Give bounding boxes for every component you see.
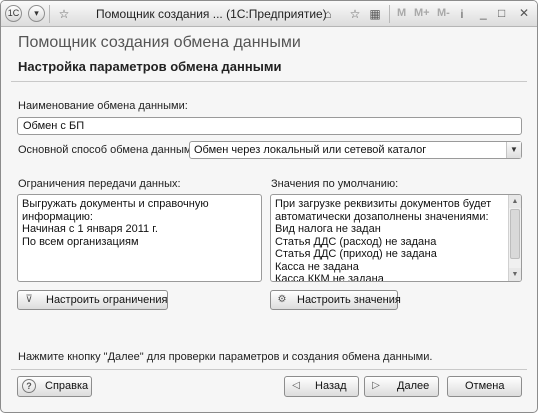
arrow-right-icon: ▷ [372, 380, 380, 391]
filter-icon: ⊽ [25, 294, 33, 305]
restrictions-text: Выгружать документы и справочную информа… [22, 198, 209, 248]
help-icon: ? [22, 379, 36, 393]
arrow-left-icon: ◁ [292, 380, 300, 391]
defaults-line: Вид налога не задан [275, 223, 381, 235]
window-title: Помощник создания ... (1С:Предприятие) [96, 7, 327, 21]
configure-restrictions-button[interactable]: ⊽ Настроить ограничения [17, 290, 168, 310]
cancel-label: Отмена [465, 380, 505, 392]
hint-text: Нажмите кнопку "Далее" для проверки пара… [18, 351, 433, 363]
defaults-scrollbar[interactable]: ▲ ▼ [508, 195, 521, 281]
page-title: Помощник создания обмена данными [18, 34, 301, 51]
exchange-method-select[interactable]: Обмен через локальный или сетевой катало… [189, 141, 522, 159]
divider [11, 81, 527, 82]
back-button[interactable]: ◁ Назад [284, 376, 359, 397]
maximize-icon[interactable]: □ [498, 7, 505, 19]
help-label: Справка [45, 380, 89, 392]
configure-restrictions-label: Настроить ограничения [46, 294, 168, 306]
divider [389, 5, 390, 23]
help-button[interactable]: ? Справка [17, 376, 92, 397]
cancel-button[interactable]: Отмена [447, 376, 522, 397]
scroll-up-icon[interactable]: ▲ [509, 195, 521, 208]
restrictions-label: Ограничения передачи данных: [18, 178, 181, 190]
defaults-line: Статья ДДС (расход) не задана [275, 235, 437, 248]
restrictions-line: информацию: [22, 210, 93, 223]
title-bar: 1С ▾ ☆ Помощник создания ... (1С:Предпри… [1, 1, 537, 27]
restrictions-line: Выгружать документы и справочную [22, 198, 209, 210]
divider [11, 369, 527, 370]
exchange-method-value: Обмен через локальный или сетевой катало… [194, 144, 427, 156]
defaults-text: При загрузке реквизиты документов будет … [275, 198, 492, 282]
divider [49, 5, 50, 23]
memory-minus-button[interactable]: M- [437, 7, 450, 19]
restrictions-line: Начиная с 1 января 2011 г. [22, 223, 158, 235]
exchange-name-input[interactable]: Обмен с БП [17, 117, 522, 135]
star-outline-icon[interactable]: ☆ [347, 6, 363, 22]
configure-defaults-button[interactable]: ⚙ Настроить значения [270, 290, 401, 310]
settings-icon: ⚙ [277, 294, 287, 305]
close-icon[interactable]: ✕ [519, 7, 529, 19]
memory-m-button[interactable]: M [397, 7, 406, 19]
defaults-textarea[interactable]: При загрузке реквизиты документов будет … [270, 194, 522, 282]
app-logo-text: 1С [7, 8, 20, 18]
minimize-icon[interactable]: _ [480, 7, 487, 19]
exchange-method-label: Основной способ обмена данными: [18, 144, 201, 156]
defaults-label: Значения по умолчанию: [271, 178, 399, 190]
next-button[interactable]: ▷ Далее [364, 376, 439, 397]
scrollbar-thumb[interactable] [510, 209, 520, 259]
info-icon[interactable]: i [454, 6, 470, 22]
defaults-line: Касса ККМ не задана [275, 273, 384, 282]
exchange-name-label: Наименование обмена данными: [18, 100, 188, 112]
star-icon[interactable]: ☆ [56, 6, 72, 22]
home-icon[interactable]: ⌂ [320, 6, 336, 22]
restrictions-line: По всем организациям [22, 235, 139, 248]
dropdown-menu-icon[interactable]: ▾ [28, 5, 45, 22]
page-subtitle: Настройка параметров обмена данными [18, 59, 282, 74]
back-label: Назад [315, 380, 347, 392]
scroll-down-icon[interactable]: ▼ [509, 268, 521, 281]
defaults-line: автоматически дозаполнены значениями: [275, 210, 489, 223]
wizard-window: 1С ▾ ☆ Помощник создания ... (1С:Предпри… [0, 0, 538, 413]
defaults-line: Статья ДДС (приход) не задана [275, 248, 437, 260]
app-menu-icon[interactable]: 1С [5, 5, 22, 22]
defaults-line: Касса не задана [275, 260, 359, 273]
defaults-line: При загрузке реквизиты документов будет [275, 198, 492, 210]
chevron-down-icon[interactable]: ▼ [506, 142, 521, 158]
restrictions-textarea[interactable]: Выгружать документы и справочную информа… [17, 194, 262, 282]
next-label: Далее [397, 380, 430, 392]
memory-plus-button[interactable]: M+ [414, 7, 430, 19]
calendar-icon[interactable]: ▦ [367, 6, 383, 22]
configure-defaults-label: Настроить значения [297, 294, 401, 306]
